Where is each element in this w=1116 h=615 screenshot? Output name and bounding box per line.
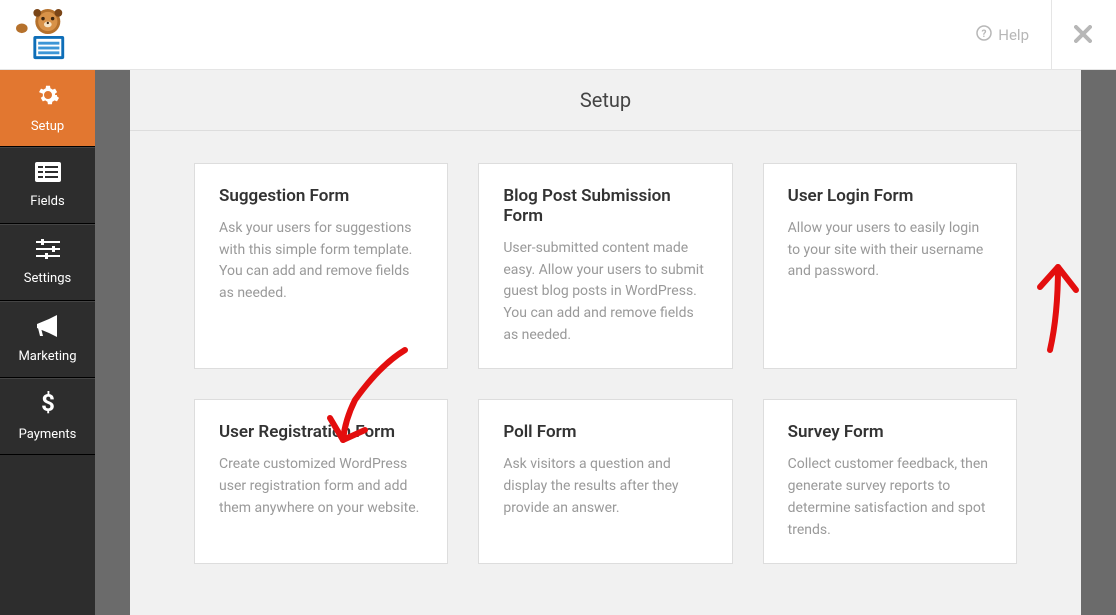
- template-suggestion-form[interactable]: Suggestion Form Ask your users for sugge…: [194, 163, 448, 369]
- template-user-login-form[interactable]: User Login Form Allow your users to easi…: [763, 163, 1017, 369]
- close-button[interactable]: [1051, 0, 1096, 70]
- main-area: Setup Suggestion Form Ask your users for…: [95, 70, 1116, 615]
- template-survey-form[interactable]: Survey Form Collect customer feedback, t…: [763, 399, 1017, 564]
- wpforms-logo: [14, 9, 72, 61]
- template-desc: Ask your users for suggestions with this…: [219, 218, 423, 305]
- close-icon: [1074, 19, 1092, 49]
- help-label: Help: [998, 26, 1029, 44]
- template-user-registration-form[interactable]: User Registration Form Create customized…: [194, 399, 448, 564]
- sidebar-item-label: Settings: [24, 271, 71, 286]
- sliders-icon: [36, 239, 60, 265]
- bullhorn-icon: [35, 315, 61, 343]
- template-desc: User-submitted content made easy. Allow …: [503, 238, 707, 346]
- sidebar-item-setup[interactable]: Setup: [0, 70, 95, 147]
- gear-icon: [36, 83, 60, 113]
- template-title: Blog Post Submission Form: [503, 186, 707, 226]
- section-title: Setup: [130, 70, 1081, 131]
- help-icon: ?: [976, 25, 992, 45]
- templates-grid: Suggestion Form Ask your users for sugge…: [130, 131, 1081, 596]
- template-desc: Create customized WordPress user registr…: [219, 454, 423, 519]
- template-title: Suggestion Form: [219, 186, 423, 206]
- top-header: ? Help: [0, 0, 1116, 70]
- sidebar-item-marketing[interactable]: Marketing: [0, 301, 95, 378]
- template-title: User Registration Form: [219, 422, 423, 442]
- sidebar-item-label: Fields: [30, 194, 64, 209]
- sidebar-item-label: Setup: [31, 119, 64, 134]
- dollar-icon: $: [40, 391, 56, 421]
- template-desc: Allow your users to easily login to your…: [788, 218, 992, 283]
- template-desc: Ask visitors a question and display the …: [503, 454, 707, 519]
- template-poll-form[interactable]: Poll Form Ask visitors a question and di…: [478, 399, 732, 564]
- template-blog-post-submission-form[interactable]: Blog Post Submission Form User-submitted…: [478, 163, 732, 369]
- list-icon: [35, 162, 61, 188]
- template-title: Survey Form: [788, 422, 992, 442]
- sidebar: Setup Fields Settings Marketing $ Paymen…: [0, 70, 95, 615]
- template-title: User Login Form: [788, 186, 992, 206]
- help-link[interactable]: ? Help: [976, 25, 1029, 45]
- top-actions: ? Help: [976, 0, 1096, 70]
- template-title: Poll Form: [503, 422, 707, 442]
- sidebar-item-settings[interactable]: Settings: [0, 224, 95, 301]
- sidebar-item-fields[interactable]: Fields: [0, 147, 95, 224]
- svg-text:?: ?: [982, 29, 987, 40]
- sidebar-item-payments[interactable]: $ Payments: [0, 378, 95, 455]
- svg-text:$: $: [41, 391, 55, 415]
- template-desc: Collect customer feedback, then generate…: [788, 454, 992, 541]
- inner-panel: Setup Suggestion Form Ask your users for…: [130, 70, 1081, 615]
- sidebar-item-label: Payments: [19, 427, 77, 442]
- sidebar-item-label: Marketing: [18, 349, 76, 364]
